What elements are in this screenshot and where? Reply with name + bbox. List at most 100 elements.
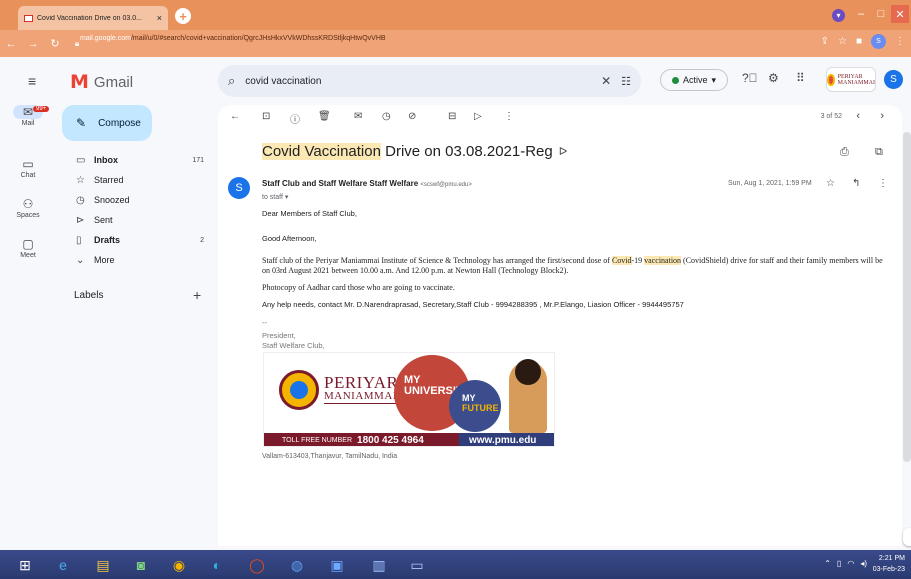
nav-item-sent[interactable]: ⊳ Sent [56,210,216,230]
nav-item-drafts[interactable]: ▯ Drafts 2 [56,230,216,250]
greeting-line-1: Dear Members of Staff Club, [262,209,357,218]
star-message-icon[interactable]: ☆ [826,178,835,189]
file-explorer-icon[interactable]: ▤ [92,554,114,576]
chevron-down-icon: ▾ [711,74,717,85]
browser-profile-avatar[interactable]: S [871,34,886,49]
sidepanel-icon[interactable]: ■ [856,36,862,47]
older-chevron-icon[interactable]: › [880,110,884,122]
open-new-window-icon[interactable]: ⧉ [875,146,883,159]
chevron-down-icon: ⌄ [76,254,85,266]
sender-name[interactable]: Staff Club and Staff Welfare Staff Welfa… [262,179,418,188]
back-to-search-icon[interactable]: ← [230,111,240,122]
print-icon[interactable]: ⎙ [840,146,849,159]
nav-item-starred[interactable]: ☆ Starred [56,170,216,190]
apps-grid-icon[interactable]: ⠿ [796,71,805,85]
browser-icon[interactable]: ◍ [286,554,308,576]
search-bar[interactable]: ⌕ covid vaccination ✕ ☷ [218,65,641,97]
delete-icon[interactable]: 🗑︎ [318,111,331,122]
internet-explorer-icon[interactable]: e [52,554,74,576]
side-panel-toggle[interactable] [903,528,911,546]
status-selector[interactable]: Active ▾ [660,69,728,91]
taskbar-clock[interactable]: 2:21 PM 03-Feb-23 [873,553,905,575]
label-icon[interactable]: ▷ [474,111,482,122]
mark-unread-icon[interactable]: ✉ [354,111,362,122]
browser-tab[interactable]: Covid Vaccination Drive on 03.0... × [18,6,168,30]
windows-start-icon[interactable]: ⊞ [14,554,36,576]
body-paragraph-3: Any help needs, contact Mr. D.Narendrapr… [262,300,684,309]
rail-item-mail[interactable]: ✉ 99+ Mail [0,105,56,127]
search-icon[interactable]: ⌕ [228,73,235,89]
store-icon[interactable]: ◙ [130,554,152,576]
share-icon[interactable]: ⇪ [821,36,829,47]
nav-item-more[interactable]: ⌄ More [56,250,216,270]
recipient-toggle[interactable]: to staff ▾ [262,193,288,201]
back-arrow-icon[interactable]: ← [0,38,22,50]
newer-chevron-icon[interactable]: ‹ [856,110,860,122]
tray-volume-icon[interactable]: ◂) [860,559,867,568]
tray-chevron-icon[interactable]: ⌃ [824,559,831,568]
banner-my-future: MY FUTURE [462,393,499,413]
report-spam-icon[interactable]: ⓘ [290,111,300,126]
browser-menu-icon[interactable]: ⋮ [895,36,905,47]
rail-item-spaces[interactable]: ⚇ Spaces [0,197,56,219]
banner-contact-strip: TOLL FREE NUMBER 1800 425 4964 www.pmu.ed… [264,433,554,446]
rail-label-chat: Chat [20,172,36,179]
minimize-button[interactable]: – [852,5,870,23]
reload-icon[interactable]: ↻ [44,37,66,50]
close-button[interactable]: ✕ [891,5,909,23]
tray-network-icon[interactable]: ▯ [837,559,841,568]
video-camera-icon: ▢ [22,237,34,251]
sender-avatar[interactable]: S [228,177,250,199]
move-to-icon[interactable]: ⊟ [448,111,456,122]
add-label-button[interactable]: + [193,287,201,303]
address-bar: ← → ↻ 🔒︎ mail.google.com/mail/u/0/#searc… [0,30,911,57]
nav-label: Snoozed [94,195,130,205]
bookmark-star-icon[interactable]: ☆ [838,36,847,47]
main-menu-icon[interactable]: ≡ [28,73,36,89]
tab-close-icon[interactable]: × [157,13,162,23]
chat-icon: ▭ [22,157,34,171]
chrome-icon[interactable]: ◉ [168,554,190,576]
search-options-icon[interactable]: ☷ [621,75,631,88]
edge-icon[interactable]: ◐ [206,554,228,576]
browser-profile-chevron-icon[interactable]: ▾ [832,9,845,22]
new-tab-button[interactable]: + [175,8,191,24]
banner-my: MY [462,393,476,403]
url-host: mail.google.com [80,35,131,42]
rail-label-mail: Mail [21,120,35,127]
rail-label-spaces: Spaces [16,212,40,219]
more-options-icon[interactable]: ⋮ [504,111,514,122]
banner-website: www.pmu.edu [469,435,537,446]
nav-item-inbox[interactable]: ▭ Inbox 171 [56,150,216,170]
reply-icon[interactable]: ↰ [852,178,860,189]
banner-future: FUTURE [462,403,499,413]
remote-desktop-icon[interactable]: ▭ [406,554,428,576]
forward-arrow-icon[interactable]: → [22,38,44,50]
add-task-icon[interactable]: ⊘ [408,111,416,122]
send-icon: ⊳ [76,214,85,226]
gear-icon[interactable]: ⚙ [768,71,779,85]
url-field[interactable]: mail.google.com/mail/u/0/#search/covid+v… [80,35,386,42]
word-icon[interactable]: ▣ [326,554,348,576]
sender-email: <scswf@pmu.edu> [420,182,472,188]
rail-item-chat[interactable]: ▭ Chat [0,157,56,179]
tray-wifi-icon[interactable]: ◠ [847,559,854,568]
message-more-icon[interactable]: ⋮ [878,178,888,189]
search-input[interactable]: covid vaccination [245,76,591,87]
nav-item-snoozed[interactable]: ◷ Snoozed [56,190,216,210]
account-avatar[interactable]: S [884,70,903,89]
gmail-logo[interactable]: M Gmail [70,71,133,93]
organization-logo[interactable]: PERIYAR MANIAMMAI [826,67,876,92]
rail-item-meet[interactable]: ▢ Meet [0,237,56,259]
message-scrollbar[interactable] [903,132,911,462]
active-window-icon[interactable]: ▥ [368,554,390,576]
maximize-button[interactable]: □ [872,5,890,23]
clear-search-icon[interactable]: ✕ [601,74,611,88]
greeting-line-2: Good Afternoon, [262,234,317,243]
opera-icon[interactable]: ◯ [246,554,268,576]
compose-button[interactable]: ✎ Compose [62,105,152,141]
help-icon[interactable]: ?⃝ [742,71,758,85]
snooze-icon[interactable]: ◷ [382,111,391,122]
importance-label-icon[interactable]: ᐅ [559,145,567,158]
archive-icon[interactable]: ⊡ [262,111,270,122]
